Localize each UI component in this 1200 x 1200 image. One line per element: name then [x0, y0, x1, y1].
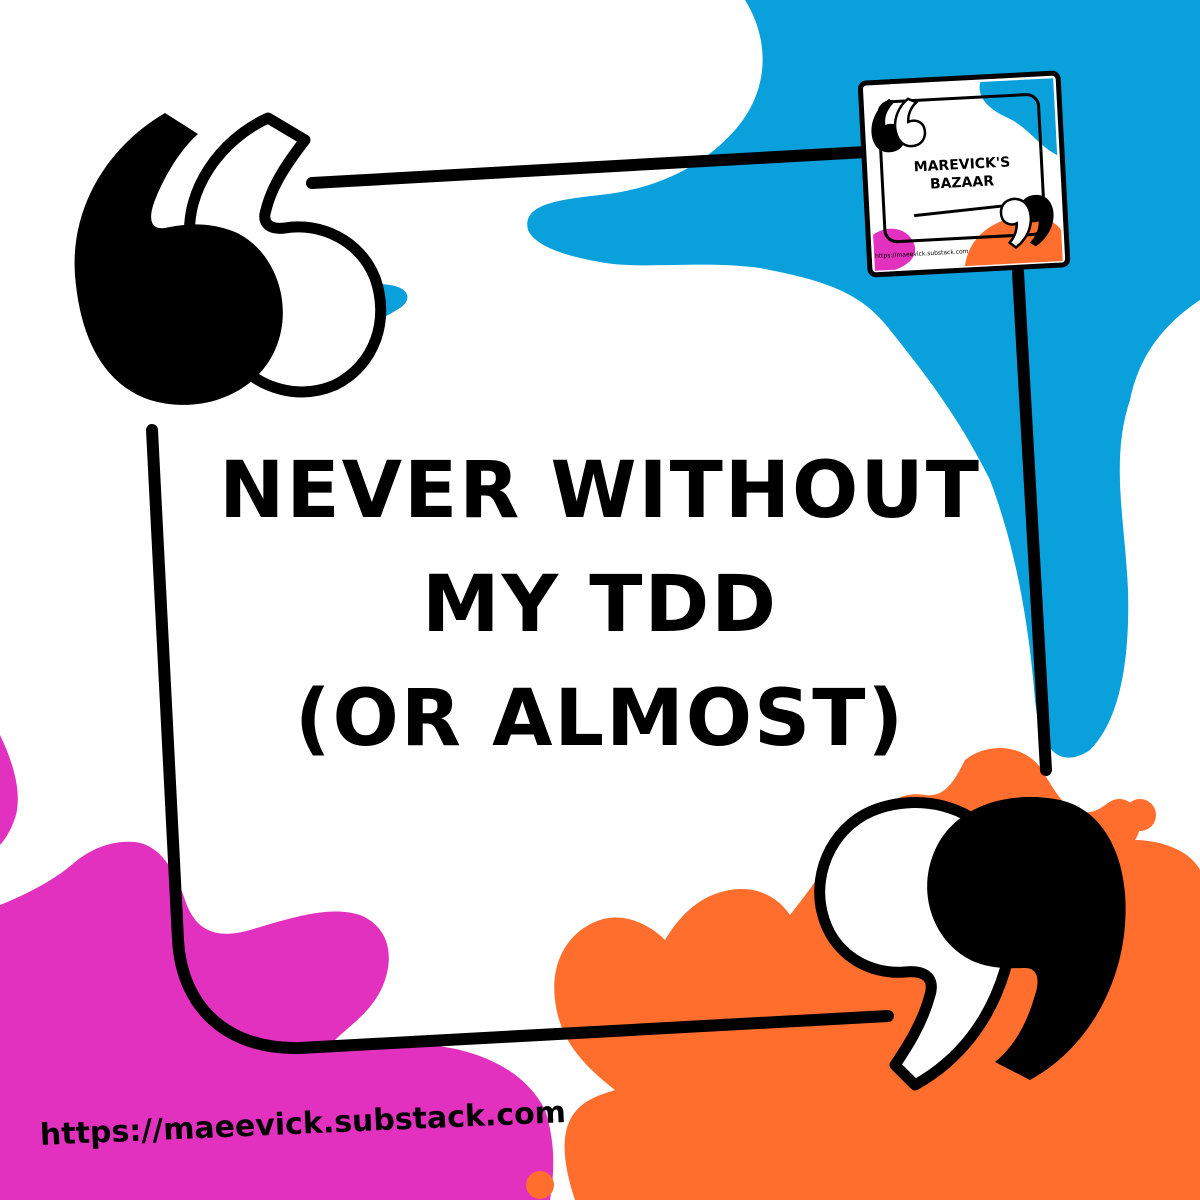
orange-splash-drop — [526, 1171, 554, 1199]
orange-splash-drop — [1124, 799, 1156, 831]
quote-line-1: NEVER WITHOUT — [219, 446, 981, 536]
poster-canvas: NEVER WITHOUT MY TDD (OR ALMOST) MAREVIC… — [0, 0, 1200, 1200]
quote-line-3: (OR ALMOST) — [294, 674, 906, 764]
orange-splash-drop — [1158, 1098, 1182, 1122]
quote-line-2: MY TDD — [422, 560, 778, 650]
orange-splash-drop — [703, 893, 747, 937]
open-quote-icon — [74, 112, 387, 405]
